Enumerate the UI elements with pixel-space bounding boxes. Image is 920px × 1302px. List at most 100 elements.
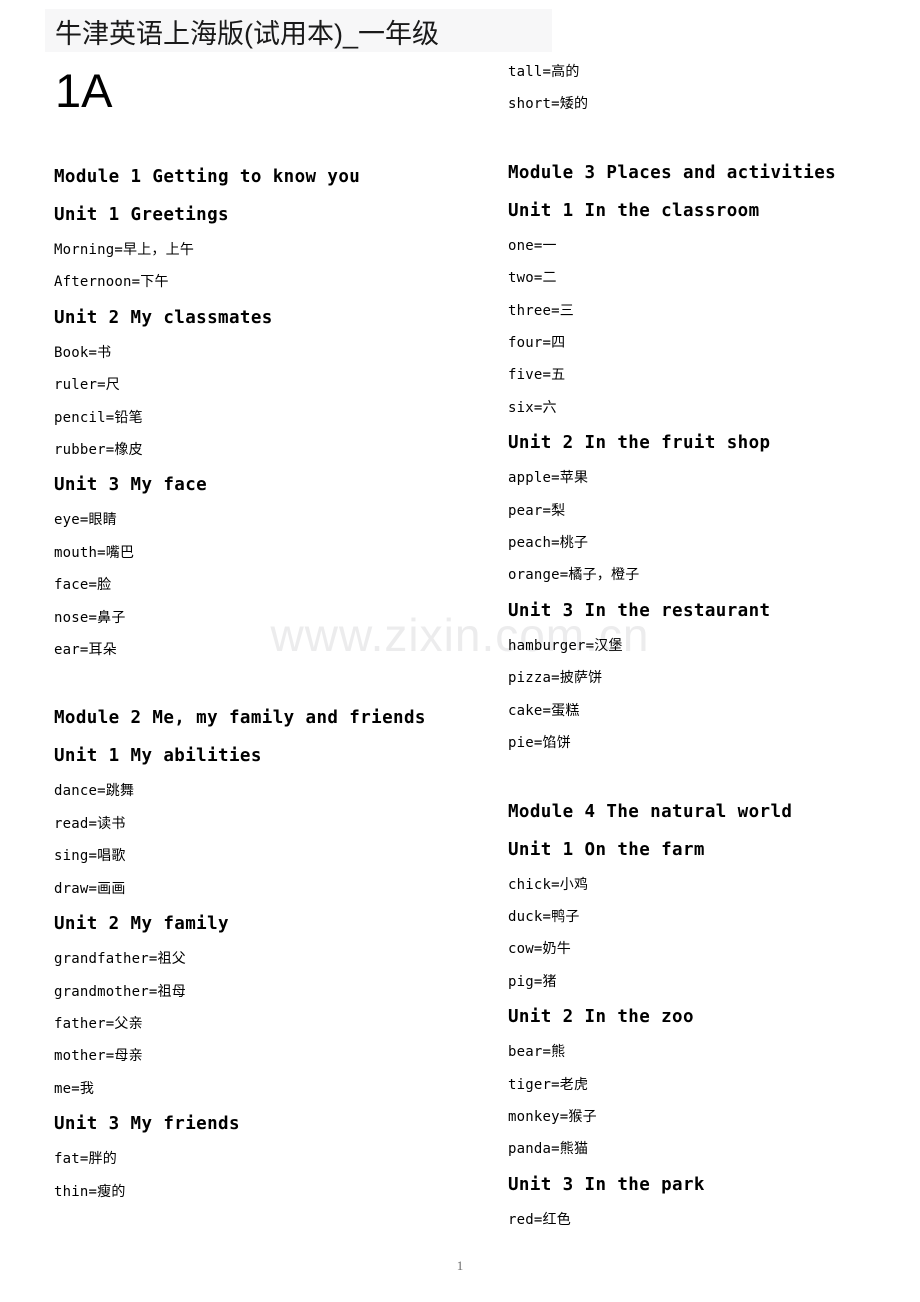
vocabulary-entry: five=五 — [508, 359, 906, 391]
vocabulary-term-en: monkey= — [508, 1108, 569, 1125]
vocabulary-term-cn: 橘子，橙子 — [568, 567, 640, 584]
vocabulary-term-en: nose= — [54, 609, 98, 626]
vocabulary-term-en: ear= — [54, 642, 89, 659]
section-heading: Module 3 Places and activities — [508, 162, 837, 183]
vocabulary-term-en: duck= — [508, 908, 552, 925]
vocabulary-term-cn: 母亲 — [114, 1048, 143, 1065]
vocabulary-entry: pencil=铅笔 — [54, 402, 452, 434]
vocabulary-entry: bear=熊 — [508, 1036, 906, 1068]
document-title-highlight: 牛津英语上海版(试用本)_一年级 — [45, 9, 552, 52]
vocabulary-term-cn: 脸 — [97, 577, 112, 594]
vocabulary-term-cn: 胖的 — [88, 1151, 117, 1168]
section-heading: Unit 2 In the fruit shop — [508, 433, 771, 454]
vocabulary-term-cn: 书 — [97, 344, 112, 361]
vocabulary-term-cn: 下午 — [140, 274, 169, 291]
vocabulary-entry: monkey=猴子 — [508, 1101, 906, 1133]
vocabulary-term-cn: 鸭子 — [551, 908, 580, 925]
section-heading: Unit 1 On the farm — [508, 839, 705, 860]
vocabulary-term-en: Afternoon= — [54, 274, 141, 291]
vocabulary-entry: pear=梨 — [508, 495, 906, 527]
vocabulary-term-en: one= — [508, 237, 543, 254]
section-heading: Unit 1 In the classroom — [508, 200, 760, 221]
vocabulary-entry: red=红色 — [508, 1204, 906, 1236]
right-column: tall=高的 short=矮的 Module 3 Places and activ… — [508, 0, 906, 1236]
vocabulary-term-cn: 祖父 — [157, 951, 186, 968]
vocabulary-term-cn: 披萨饼 — [559, 670, 603, 687]
section-heading: Unit 3 In the restaurant — [508, 600, 771, 621]
left-column-content: Module 1 Getting to know you Unit 1 Greet… — [54, 158, 452, 1208]
vocabulary-term-en: tiger= — [508, 1076, 560, 1093]
vocabulary-term-cn: 矮的 — [559, 96, 589, 113]
vocabulary-term-en: peach= — [508, 535, 560, 552]
vocabulary-entry: hamburger=汉堡 — [508, 630, 906, 662]
vocabulary-entry: short=矮的 — [508, 88, 906, 120]
vocabulary-entry: sing=唱歌 — [54, 840, 452, 872]
vocabulary-term-cn: 五 — [551, 367, 566, 384]
vocabulary-entry: nose=鼻子 — [54, 602, 452, 634]
vocabulary-entry: Afternoon=下午 — [54, 266, 452, 298]
vertical-spacer — [508, 121, 906, 154]
vocabulary-term-cn: 熊猫 — [559, 1141, 589, 1158]
vocabulary-term-cn: 蛋糕 — [551, 702, 580, 719]
vocabulary-term-cn: 猪 — [542, 973, 557, 990]
vocabulary-term-en: apple= — [508, 470, 560, 487]
vocabulary-term-en: pie= — [508, 735, 543, 752]
section-heading: Unit 2 My classmates — [54, 307, 273, 328]
vocabulary-term-cn: 高的 — [551, 64, 580, 80]
section-heading: Module 4 The natural world — [508, 801, 793, 822]
vocabulary-entry: draw=画画 — [54, 873, 452, 905]
vocabulary-term-cn: 我 — [79, 1080, 95, 1097]
vocabulary-term-cn: 四 — [551, 335, 566, 352]
vocabulary-term-en: father= — [54, 1015, 115, 1032]
vocabulary-term-en: Book= — [54, 344, 98, 361]
vocabulary-term-cn: 老虎 — [559, 1076, 589, 1093]
vocabulary-term-en: four= — [508, 335, 552, 352]
vocabulary-entry: mouth=嘴巴 — [54, 537, 452, 569]
vocabulary-entry: dance=跳舞 — [54, 775, 452, 807]
vocabulary-term-en: pencil= — [54, 409, 115, 426]
vocabulary-entry: chick=小鸡 — [508, 869, 906, 901]
section-heading: Unit 1 My abilities — [54, 746, 262, 767]
vocabulary-term-cn: 熊 — [551, 1044, 566, 1061]
vocabulary-term-cn: 瘦的 — [97, 1183, 126, 1200]
vocabulary-term-cn: 耳朵 — [88, 642, 117, 659]
section-heading: Unit 3 My friends — [54, 1114, 240, 1135]
vocabulary-entry: orange=橘子，橙子 — [508, 559, 906, 591]
vocabulary-term-en: sing= — [54, 848, 98, 865]
vocabulary-entry: apple=苹果 — [508, 462, 906, 494]
vocabulary-entry: two=二 — [508, 262, 906, 294]
section-heading: Unit 2 My family — [54, 914, 229, 935]
vocabulary-term-cn: 祖母 — [157, 983, 186, 1000]
vocabulary-term-en: Morning= — [54, 242, 124, 258]
vocabulary-entry: me=我 — [54, 1073, 452, 1105]
vocabulary-term-cn: 父亲 — [114, 1015, 143, 1032]
vocabulary-entry: duck=鸭子 — [508, 901, 906, 933]
document-page: { "document": { "title": "牛津英语上海版(试用本)_一… — [0, 0, 920, 1302]
vocabulary-term-en: fat= — [54, 1151, 89, 1168]
vocabulary-term-cn: 嘴巴 — [105, 544, 135, 561]
vocabulary-term-cn: 跳舞 — [105, 783, 135, 800]
vocabulary-entry: Morning=早上，上午 — [54, 234, 452, 266]
vocabulary-term-en: draw= — [54, 880, 98, 897]
vocabulary-term-en: mouth= — [54, 544, 106, 561]
section-heading: Unit 2 In the zoo — [508, 1007, 694, 1028]
vocabulary-entry: grandmother=祖母 — [54, 976, 452, 1008]
vocabulary-term-en: ruler= — [54, 377, 106, 394]
vocabulary-term-en: pizza= — [508, 670, 560, 687]
vocabulary-term-cn: 六 — [542, 399, 557, 416]
section-heading: Unit 1 Greetings — [54, 205, 229, 225]
vocabulary-term-cn: 红色 — [542, 1211, 571, 1228]
vocabulary-entry: pie=馅饼 — [508, 727, 906, 759]
vocabulary-term-en: five= — [508, 367, 552, 384]
vocabulary-entry: grandfather=祖父 — [54, 943, 452, 975]
vocabulary-term-cn: 画画 — [97, 880, 126, 897]
vocabulary-term-en: chick= — [508, 876, 560, 893]
vocabulary-term-cn: 馅饼 — [542, 735, 571, 752]
book-code-heading: 1A — [55, 64, 113, 117]
vocabulary-term-en: rubber= — [54, 442, 115, 459]
vocabulary-term-cn: 汉堡 — [594, 637, 623, 654]
vocabulary-entry: panda=熊猫 — [508, 1133, 906, 1165]
vocabulary-term-en: mother= — [54, 1048, 115, 1065]
vocabulary-term-cn: 早上，上午 — [123, 242, 195, 258]
vocabulary-term-cn: 读书 — [97, 815, 126, 832]
